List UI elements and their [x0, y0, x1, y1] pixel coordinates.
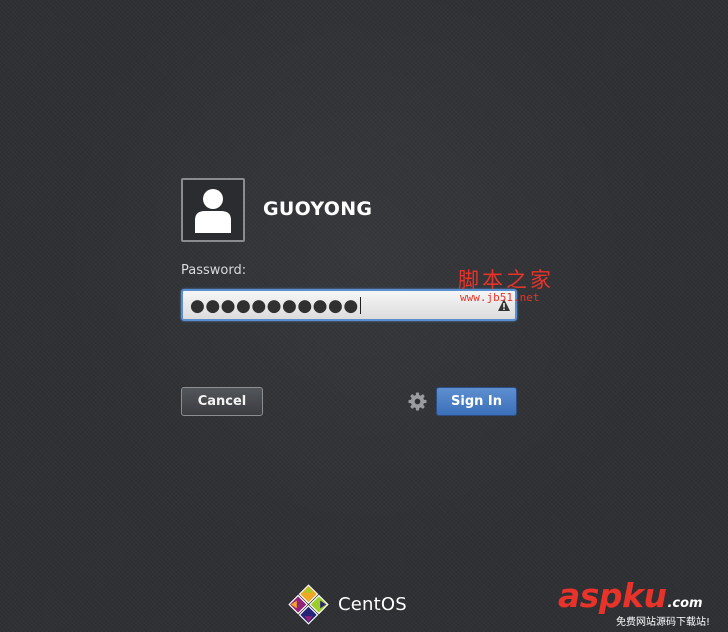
aspku-name: aspku	[558, 576, 667, 615]
aspku-suffix: .com	[667, 596, 703, 611]
password-label: Password:	[181, 263, 247, 278]
watermark-title: 脚本之家	[458, 268, 554, 292]
gear-icon[interactable]	[408, 392, 427, 411]
watermark-jb51: 脚本之家 www.jb51.net	[458, 268, 554, 304]
centos-wordmark: CentOS	[338, 594, 407, 615]
watermark-url: www.jb51.net	[460, 291, 540, 304]
username: GUOYONG	[263, 198, 373, 220]
aspku-tagline: 免费网站源码下载站!	[616, 617, 711, 628]
password-masked-text: ●●●●●●●●●●●	[190, 295, 361, 317]
centos-logo-icon	[288, 584, 329, 625]
centos-branding: CentOS	[287, 583, 407, 626]
watermark-aspku: aspku.com 免费网站源码下载站!	[558, 578, 726, 630]
text-cursor	[359, 297, 361, 314]
sign-in-button[interactable]: Sign In	[436, 387, 517, 416]
cancel-button[interactable]: Cancel	[181, 387, 263, 416]
password-value: ●●●●●●●●●●●	[190, 296, 359, 316]
user-silhouette-icon	[195, 189, 231, 233]
user-avatar	[181, 178, 245, 242]
